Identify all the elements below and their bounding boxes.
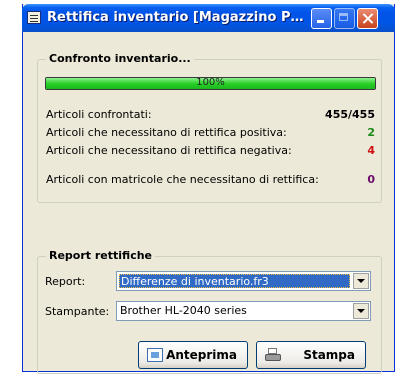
progress-label: 100% (196, 77, 225, 88)
preview-button-label: Anteprima (166, 348, 237, 362)
row-label: Articoli che necessitano di rettifica po… (46, 126, 287, 139)
report-select-value: Differenze di inventario.fr3 (119, 274, 350, 288)
printer-select-value: Brother HL-2040 series (120, 304, 247, 317)
row-value: 0 (367, 173, 375, 186)
rettifica-inventario-window: Rettifica inventario [Magazzino P… Confr… (22, 4, 395, 374)
window-title: Rettifica inventario [Magazzino P… (47, 10, 304, 25)
close-button[interactable] (357, 8, 378, 29)
row-label: Articoli con matricole che necessitano d… (46, 173, 319, 186)
chevron-down-icon[interactable] (353, 303, 369, 319)
comparison-progress-bar: 100% (45, 77, 376, 90)
row-rettifica-positiva: Articoli che necessitano di rettifica po… (46, 126, 375, 141)
maximize-button[interactable] (334, 8, 355, 29)
title-bar[interactable]: Rettifica inventario [Magazzino P… (22, 4, 395, 32)
document-list-icon (27, 11, 41, 24)
row-value: 4 (367, 144, 375, 157)
row-value: 455/455 (325, 108, 375, 121)
preview-icon (147, 348, 163, 362)
printer-label: Stampante: (45, 305, 110, 318)
row-label: Articoli che necessitano di rettifica ne… (46, 144, 292, 157)
row-rettifica-negativa: Articoli che necessitano di rettifica ne… (46, 144, 375, 159)
report-group-title: Report rettifiche (46, 249, 156, 262)
printer-select[interactable]: Brother HL-2040 series (116, 301, 371, 321)
report-label: Report: (45, 275, 86, 288)
print-button-label: Stampa (303, 348, 355, 362)
row-value: 2 (367, 126, 375, 139)
row-label: Articoli confrontati: (46, 108, 152, 121)
chevron-down-icon[interactable] (353, 273, 369, 289)
row-matricole: Articoli con matricole che necessitano d… (46, 173, 375, 188)
comparison-group-title: Confronto inventario... (46, 52, 194, 65)
comparison-group: Confronto inventario... 100% Articoli co… (37, 52, 382, 203)
minimize-button[interactable] (311, 8, 332, 29)
report-select[interactable]: Differenze di inventario.fr3 (116, 271, 371, 291)
preview-button[interactable]: Anteprima (138, 341, 248, 369)
printer-icon (265, 348, 281, 362)
row-articoli-confrontati: Articoli confrontati: 455/455 (46, 108, 375, 123)
print-button[interactable]: Stampa (256, 341, 366, 369)
